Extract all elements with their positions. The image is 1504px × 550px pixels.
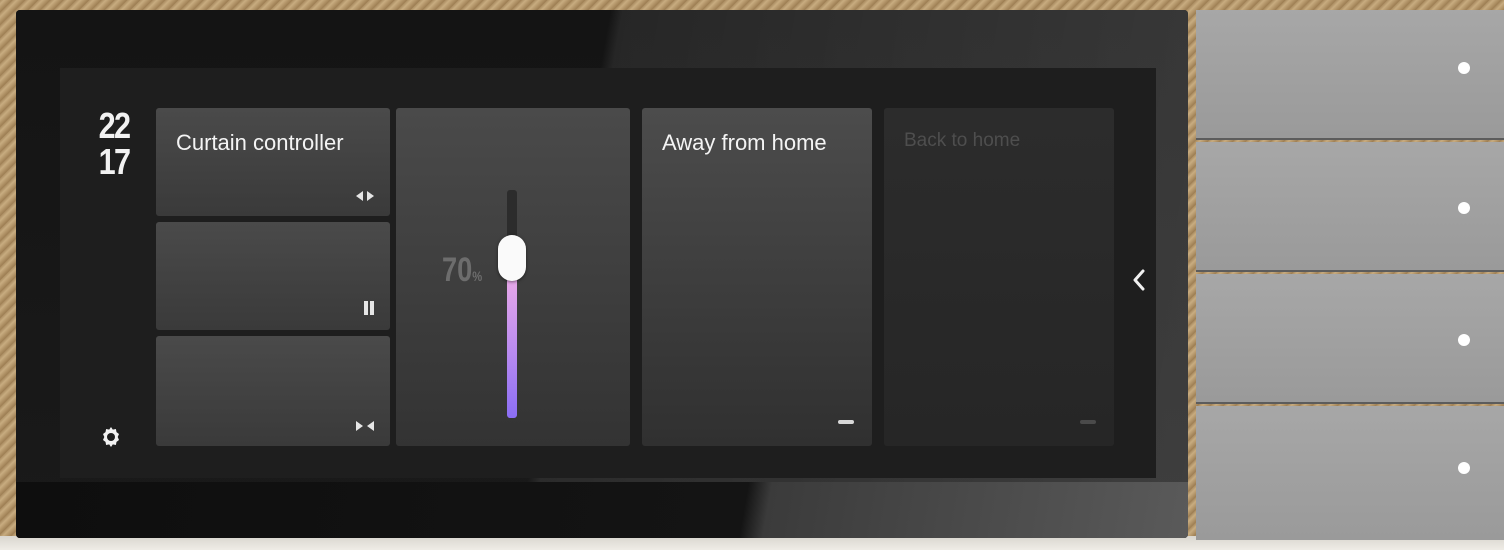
dash-icon xyxy=(838,420,854,424)
key-led xyxy=(1458,334,1470,346)
physical-key-3[interactable] xyxy=(1196,274,1504,404)
chevron-left-icon xyxy=(1133,269,1145,291)
scene-away-label: Away from home xyxy=(662,130,827,155)
key-led xyxy=(1458,62,1470,74)
key-led xyxy=(1458,462,1470,474)
pause-icon xyxy=(362,300,376,316)
pause-tile[interactable] xyxy=(156,222,390,330)
curtain-position-slider-tile: 70% xyxy=(396,108,630,446)
key-led xyxy=(1458,202,1470,214)
clock-hours: 22 xyxy=(98,105,131,146)
smart-panel: 22 17 Curtain controller 70% Away from h… xyxy=(16,10,1188,538)
physical-key-4[interactable] xyxy=(1196,406,1504,540)
scene-back-to-home[interactable]: Back to home xyxy=(884,108,1114,446)
slider-unit: % xyxy=(472,268,483,284)
clock-minutes: 17 xyxy=(98,141,131,182)
slider-fill xyxy=(507,258,517,418)
physical-key-1[interactable] xyxy=(1196,10,1504,140)
scene-away-from-home[interactable]: Away from home xyxy=(642,108,872,446)
slider-handle[interactable] xyxy=(498,235,526,282)
close-curtain-icon xyxy=(354,420,376,432)
clock: 22 17 xyxy=(97,108,131,180)
settings-button[interactable] xyxy=(98,424,124,450)
touch-screen: 22 17 Curtain controller 70% Away from h… xyxy=(60,68,1156,478)
slider-percentage: 70% xyxy=(442,251,482,290)
dash-icon xyxy=(1080,420,1096,424)
close-curtain-tile[interactable] xyxy=(156,336,390,446)
curtain-controller-label: Curtain controller xyxy=(176,130,344,155)
physical-key-2[interactable] xyxy=(1196,142,1504,272)
curtain-controller-tile[interactable]: Curtain controller xyxy=(156,108,390,216)
page-back-button[interactable] xyxy=(1128,264,1150,296)
scene-back-label: Back to home xyxy=(904,130,1021,151)
physical-key-panel xyxy=(1196,10,1504,540)
glass-bottom-bezel xyxy=(16,482,1188,538)
gear-icon xyxy=(103,427,119,447)
slider-value-text: 70 xyxy=(442,251,473,289)
open-curtain-icon xyxy=(354,190,376,202)
